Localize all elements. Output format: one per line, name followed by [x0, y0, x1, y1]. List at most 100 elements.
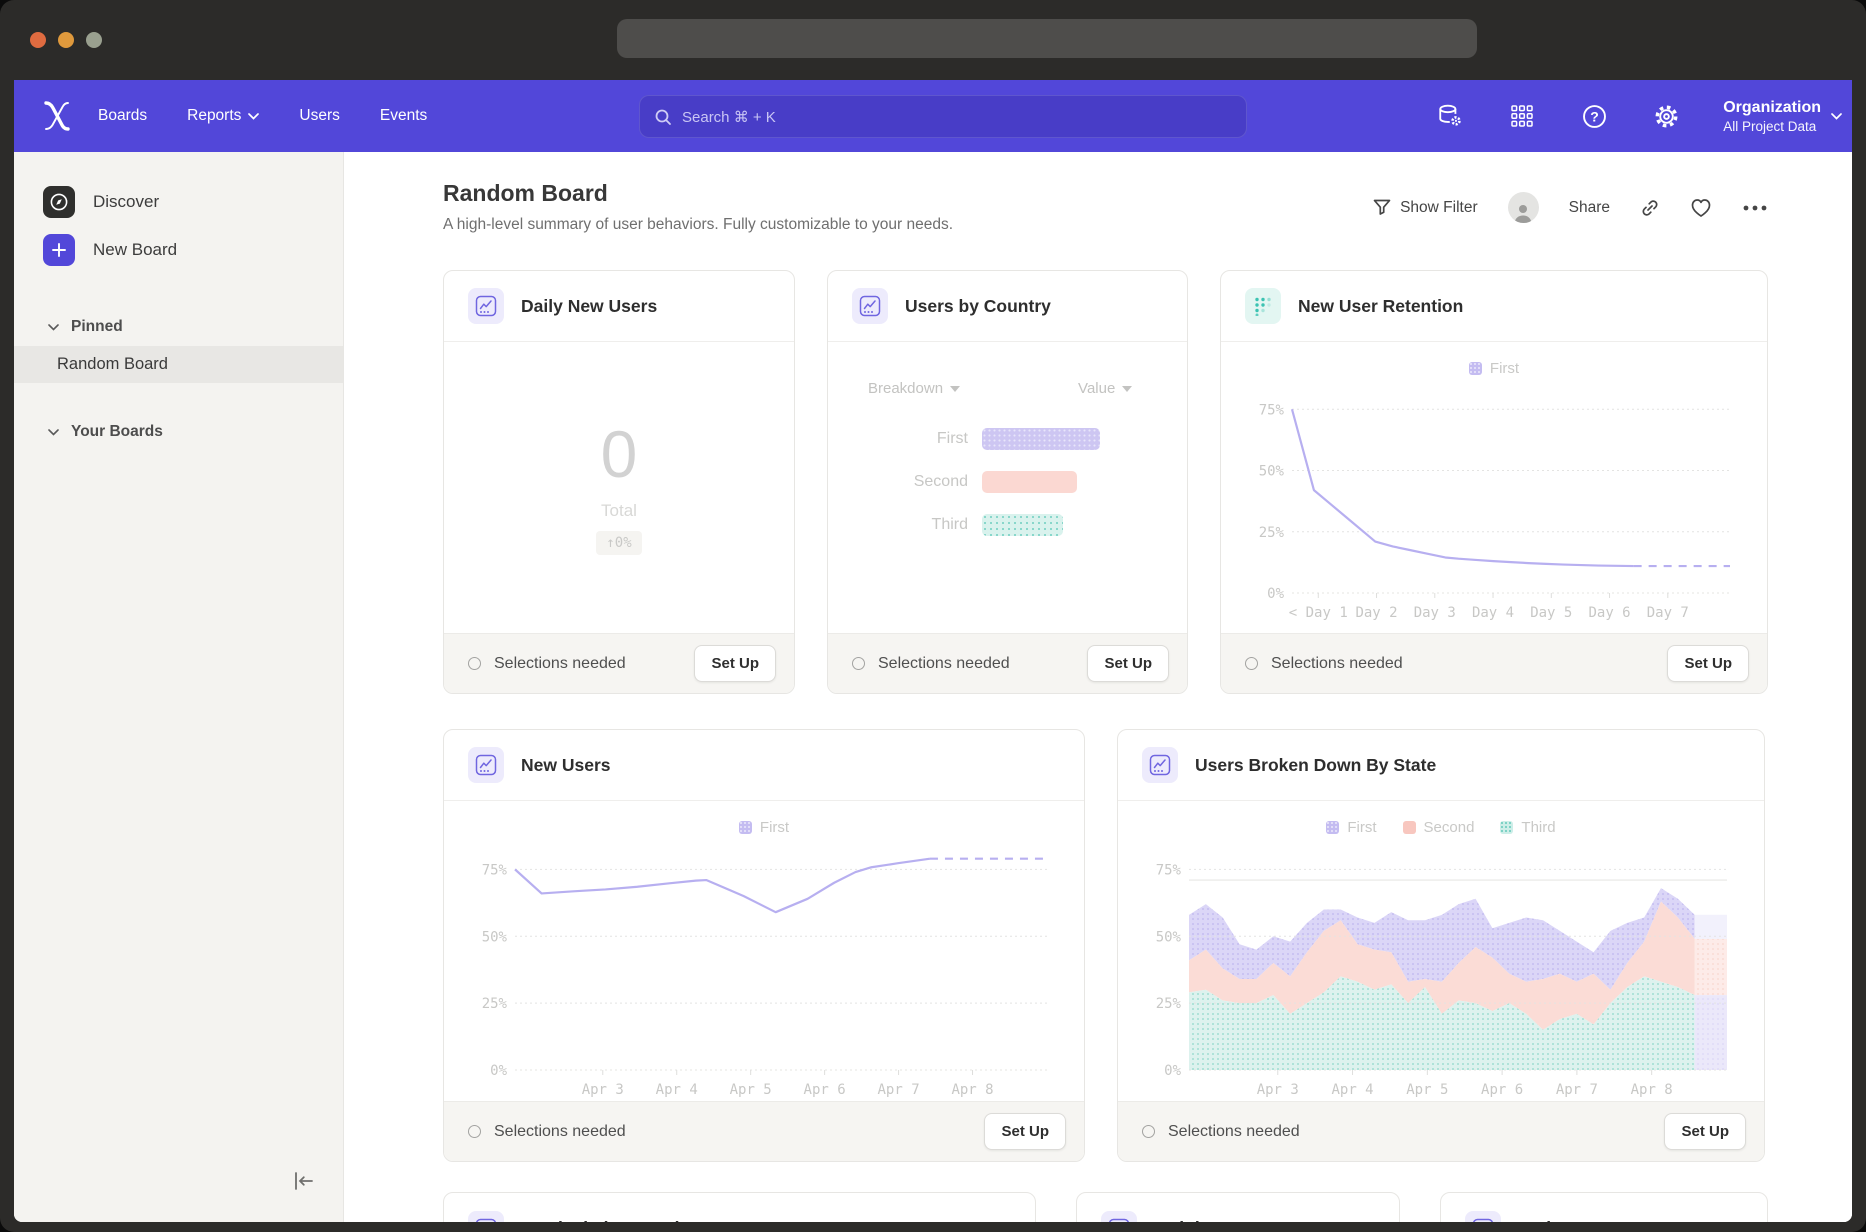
status-label: Selections needed — [494, 1123, 626, 1141]
board-actions: Show Filter Share — [1373, 192, 1768, 223]
plus-icon — [43, 234, 75, 266]
nav-item-boards[interactable]: Boards — [98, 107, 147, 125]
svg-text:50%: 50% — [482, 929, 508, 945]
set-up-button[interactable]: Set Up — [984, 1113, 1066, 1150]
row-label: First — [828, 430, 968, 448]
svg-text:Day 4: Day 4 — [1472, 605, 1514, 621]
set-up-button[interactable]: Set Up — [1087, 645, 1169, 682]
mixpanel-logo-icon[interactable] — [44, 101, 70, 131]
sidebar-section-your-boards[interactable]: Your Boards — [14, 413, 343, 451]
svg-text:Apr 5: Apr 5 — [730, 1082, 772, 1098]
kpi-value: 0 — [601, 421, 638, 487]
zoom-window-button[interactable] — [86, 32, 102, 48]
close-window-button[interactable] — [30, 32, 46, 48]
nav-item-events[interactable]: Events — [380, 107, 427, 125]
svg-text:Apr 8: Apr 8 — [1631, 1082, 1673, 1098]
value-bar — [982, 471, 1077, 493]
card-title: New User Retention — [1298, 296, 1463, 317]
data-management-icon[interactable] — [1435, 101, 1465, 131]
svg-text:Day 5: Day 5 — [1530, 605, 1572, 621]
set-up-button[interactable]: Set Up — [1667, 645, 1749, 682]
svg-text:Apr 6: Apr 6 — [804, 1082, 846, 1098]
set-up-button[interactable]: Set Up — [694, 645, 776, 682]
chart-legend: First — [444, 819, 1084, 836]
nav-item-label: Reports — [187, 107, 241, 125]
show-filter-button[interactable]: Show Filter — [1373, 199, 1478, 217]
svg-text:Apr 4: Apr 4 — [1331, 1082, 1373, 1098]
svg-text:75%: 75% — [1156, 862, 1182, 878]
chevron-down-icon — [1122, 386, 1132, 392]
chevron-down-icon — [48, 429, 59, 436]
status-circle-icon — [1245, 657, 1258, 670]
row-label: Second — [828, 473, 968, 491]
legend-item[interactable]: First — [1469, 360, 1519, 377]
sidebar-item-random-board[interactable]: Random Board — [14, 346, 343, 383]
window-titlebar — [0, 0, 1866, 80]
svg-text:Apr 8: Apr 8 — [951, 1082, 993, 1098]
status-label: Selections needed — [494, 655, 626, 673]
more-options-icon[interactable] — [1742, 204, 1768, 212]
chart-legend: First Second Third — [1118, 819, 1764, 836]
search-input[interactable]: Search ⌘ + K — [639, 95, 1247, 138]
status-label: Selections needed — [878, 655, 1010, 673]
legend-item[interactable]: Third — [1500, 819, 1555, 836]
browser-address-bar[interactable] — [617, 19, 1477, 58]
legend-item[interactable]: Second — [1403, 819, 1475, 836]
insights-chart-icon — [468, 288, 504, 324]
svg-text:Apr 3: Apr 3 — [1257, 1082, 1299, 1098]
apps-grid-icon[interactable] — [1507, 101, 1537, 131]
legend-swatch — [739, 821, 752, 834]
avatar[interactable] — [1508, 192, 1539, 223]
card-new-user-retention: New User Retention First 75%50%25%0%< Da… — [1220, 270, 1768, 694]
svg-text:Day 6: Day 6 — [1588, 605, 1630, 621]
card-insights-report: Insights Report — [1076, 1192, 1400, 1222]
minimize-window-button[interactable] — [58, 32, 74, 48]
nav-item-users[interactable]: Users — [299, 107, 339, 125]
card-title: Insights Report — [1154, 1218, 1282, 1222]
column-label: Breakdown — [868, 380, 943, 397]
collapse-sidebar-icon[interactable] — [293, 1171, 315, 1196]
search-placeholder: Search ⌘ + K — [682, 108, 776, 126]
set-up-button[interactable]: Set Up — [1664, 1113, 1746, 1150]
svg-text:Day 3: Day 3 — [1414, 605, 1456, 621]
value-bar — [982, 428, 1100, 450]
insights-chart-icon — [1465, 1211, 1501, 1223]
sidebar-item-label: New Board — [93, 240, 177, 260]
status-label: Selections needed — [1271, 655, 1403, 673]
card-title: Users Broken Down By State — [1195, 755, 1436, 776]
sidebar-section-pinned[interactable]: Pinned — [14, 308, 343, 346]
nav-item-reports[interactable]: Reports — [187, 107, 259, 125]
status: Selections needed — [468, 655, 626, 673]
country-table-body: Breakdown Value First — [828, 342, 1187, 633]
new-users-chart-body: First 75%50%25%0%Apr 3Apr 4Apr 5Apr 6Apr… — [444, 801, 1084, 1101]
svg-text:0%: 0% — [490, 1063, 507, 1079]
show-filter-label: Show Filter — [1400, 199, 1478, 217]
sidebar-item-discover[interactable]: Discover — [14, 178, 343, 226]
sidebar-item-new-board[interactable]: New Board — [14, 226, 343, 274]
org-switcher[interactable]: Organization All Project Data — [1723, 99, 1842, 134]
sidebar: Discover New Board Pinned Random Board — [14, 152, 344, 1222]
legend-swatch — [1500, 821, 1513, 834]
legend-item[interactable]: First — [1326, 819, 1376, 836]
insights-chart-icon — [468, 1211, 504, 1223]
copy-link-icon[interactable] — [1640, 198, 1660, 218]
svg-text:75%: 75% — [1259, 402, 1285, 418]
new-users-line-chart: 75%50%25%0%Apr 3Apr 4Apr 5Apr 6Apr 7Apr … — [467, 842, 1061, 1101]
value-dropdown[interactable]: Value — [1078, 380, 1132, 397]
browser-viewport: Boards Reports Users Events Search ⌘ + K — [14, 80, 1852, 1222]
help-icon[interactable]: ? — [1579, 101, 1609, 131]
card-users-by-state: Users Broken Down By State First Second Th… — [1117, 729, 1765, 1162]
org-name: Organization — [1723, 99, 1821, 117]
breakdown-dropdown[interactable]: Breakdown — [868, 380, 960, 397]
settings-gear-icon[interactable] — [1651, 101, 1681, 131]
legend-item[interactable]: First — [739, 819, 789, 836]
card-title: Daily New Users — [521, 296, 657, 317]
chart-legend: First — [1221, 360, 1767, 377]
table-row: First — [828, 428, 1187, 450]
svg-text:?: ? — [1590, 108, 1599, 124]
share-button[interactable]: Share — [1569, 199, 1610, 217]
state-chart-body: FirstSecondThird 75%50%25%0%Apr 3Apr 4Ap… — [1118, 801, 1764, 1101]
share-label: Share — [1569, 199, 1610, 217]
card-users-by-country: Users by Country Breakdown Value — [827, 270, 1188, 694]
favorite-heart-icon[interactable] — [1690, 198, 1712, 218]
